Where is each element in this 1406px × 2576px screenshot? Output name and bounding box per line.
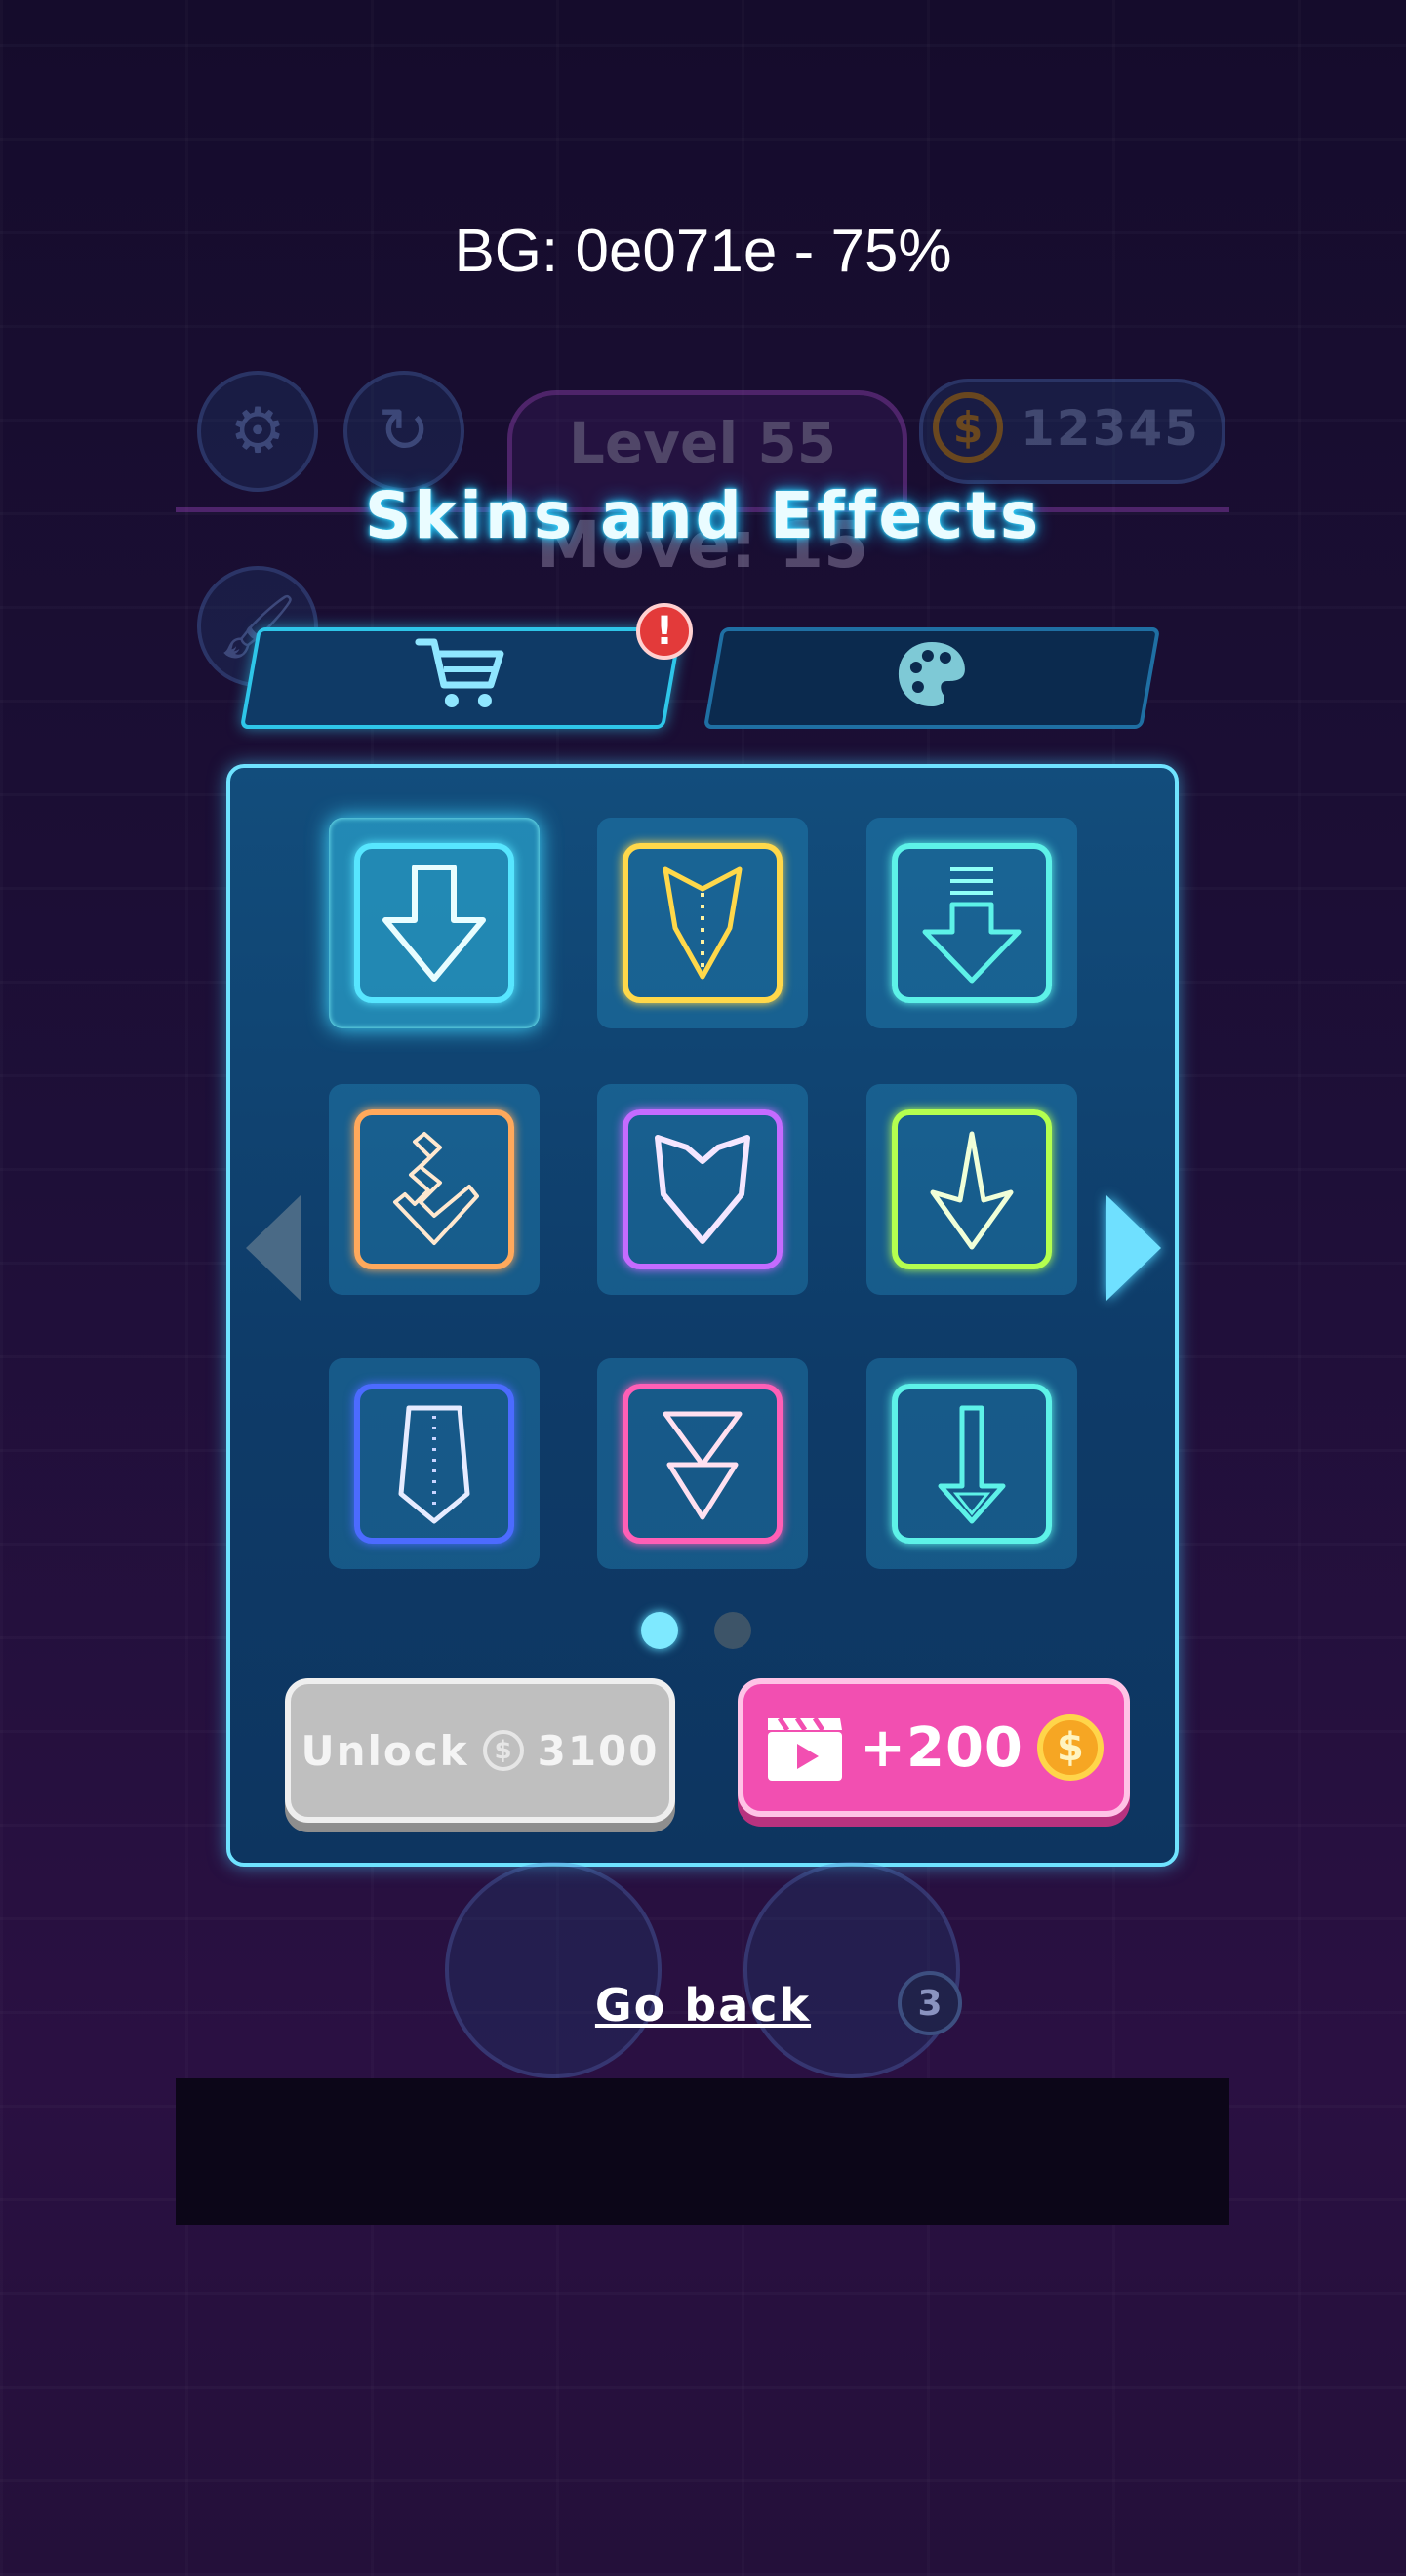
coin-counter: $ 12345 bbox=[919, 379, 1225, 484]
long-arrow-icon bbox=[938, 1405, 1006, 1524]
reward-label: +200 bbox=[860, 1715, 1024, 1780]
level-label: Level 55 bbox=[568, 410, 837, 476]
gear-icon: ⚙ bbox=[229, 395, 286, 467]
striped-arrow-icon bbox=[922, 867, 1022, 984]
skin-long-arrow[interactable] bbox=[866, 1358, 1077, 1569]
restart-button: ↻ bbox=[343, 371, 464, 492]
notification-badge: ! bbox=[636, 603, 693, 660]
chevron-arrow-icon bbox=[663, 866, 743, 980]
unlock-price: 3100 bbox=[537, 1726, 660, 1775]
video-clapper-icon bbox=[768, 1716, 843, 1781]
gold-coin-icon: $ bbox=[1036, 1714, 1104, 1781]
lightning-arrow-icon bbox=[663, 1411, 743, 1520]
palette-icon bbox=[899, 641, 965, 706]
skin-classic-arrow[interactable] bbox=[329, 818, 540, 1028]
tab-shop[interactable] bbox=[239, 627, 683, 729]
bomb-booster bbox=[445, 1862, 662, 2078]
prev-page-arrow[interactable] bbox=[246, 1195, 301, 1301]
coin-icon: $ bbox=[482, 1730, 524, 1771]
settings-button: ⚙ bbox=[197, 371, 318, 492]
unlock-button[interactable]: Unlock $ 3100 bbox=[285, 1678, 675, 1823]
go-back-link[interactable]: Go back bbox=[0, 1979, 1406, 2032]
down-arrow-icon bbox=[382, 865, 486, 982]
ad-banner-area bbox=[176, 2078, 1229, 2225]
page-dot[interactable] bbox=[714, 1612, 751, 1649]
skin-shield-arrow[interactable] bbox=[597, 1084, 808, 1295]
unlock-label: Unlock bbox=[301, 1726, 469, 1775]
spike-arrow-icon bbox=[930, 1131, 1014, 1250]
restart-icon: ↻ bbox=[378, 395, 430, 467]
shield-arrow-icon bbox=[655, 1135, 750, 1244]
next-page-arrow[interactable] bbox=[1106, 1195, 1161, 1301]
skin-striped-arrow[interactable] bbox=[866, 818, 1077, 1028]
tie-arrow-icon bbox=[398, 1405, 470, 1524]
skin-tie-arrow[interactable] bbox=[329, 1358, 540, 1569]
coin-count: 12345 bbox=[1021, 400, 1200, 457]
game-hud: ⚙ ↻ 🖌 Level 55 Move: 15 $ 12345 bbox=[0, 0, 1406, 687]
page-dot-active[interactable] bbox=[641, 1612, 678, 1649]
watch-ad-reward-button[interactable]: +200 $ bbox=[738, 1678, 1130, 1817]
tab-palette[interactable] bbox=[703, 627, 1161, 729]
hammer-booster bbox=[743, 1862, 960, 2078]
skin-spike-arrow[interactable] bbox=[866, 1084, 1077, 1295]
skin-zigzag-arrow[interactable] bbox=[329, 1084, 540, 1295]
skin-yellow-chevron-arrow[interactable] bbox=[597, 818, 808, 1028]
coin-icon: $ bbox=[933, 392, 1003, 463]
cart-icon bbox=[415, 638, 503, 707]
skin-lightning-arrow[interactable] bbox=[597, 1358, 808, 1569]
modal-title: Skins and Effects bbox=[364, 478, 1042, 553]
hammer-count-badge: 3 bbox=[898, 1971, 962, 2035]
zigzag-arrow-icon bbox=[393, 1132, 479, 1245]
